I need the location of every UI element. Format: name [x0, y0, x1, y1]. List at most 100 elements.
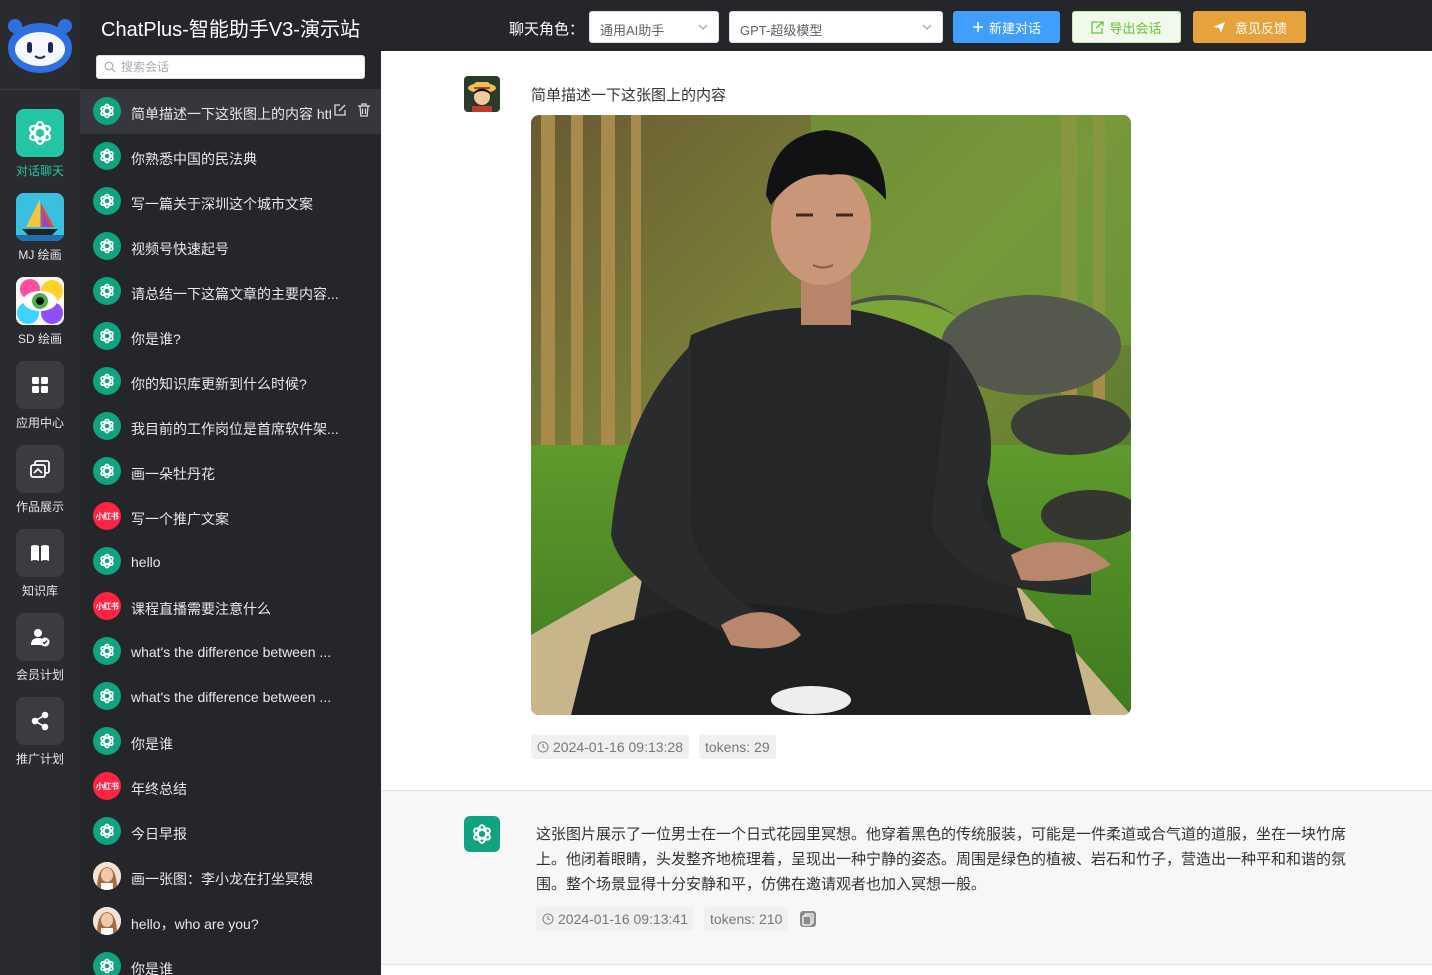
conversation-title: hello，who are you?	[131, 916, 259, 932]
copy-icon[interactable]	[798, 909, 818, 929]
conversation-item[interactable]: 小红书 写一个推广文案	[80, 494, 381, 539]
conversation-item[interactable]: 小红书 年终总结	[80, 764, 381, 809]
conversation-title: 请总结一下这篇文章的主要内容...	[131, 286, 339, 302]
openai-icon	[93, 97, 121, 125]
openai-icon	[93, 367, 121, 395]
model-select[interactable]: GPT-超级模型	[729, 11, 943, 43]
xiaohongshu-text: 小红书	[95, 781, 119, 791]
nav-sd-draw[interactable]: SD 绘画	[0, 277, 80, 361]
search-box[interactable]	[96, 55, 365, 79]
app-title: ChatPlus-智能助手V3-演示站	[101, 19, 360, 41]
conversation-title: 画一朵牡丹花	[131, 466, 215, 482]
clock-icon	[537, 741, 549, 753]
top-bar: 聊天角色： 通用AI助手 GPT-超级模型 新建对话 导出会话 意见反馈	[381, 0, 1432, 51]
nav-mj-draw[interactable]: MJ 绘画	[0, 193, 80, 277]
uploaded-image[interactable]	[531, 115, 1131, 715]
xiaohongshu-text: 小红书	[95, 511, 119, 521]
user-timestamp: 2024-01-16 09:13:28	[531, 735, 689, 759]
nav-chat[interactable]: 对话聊天	[0, 109, 80, 193]
assistant-message: 这张图片展示了一位男士在一个日式花园里冥想。他穿着黑色的传统服装，可能是一件柔道…	[381, 790, 1432, 965]
meditation-photo	[531, 115, 1131, 715]
openai-icon	[93, 277, 121, 305]
nav-divider	[0, 89, 80, 90]
conversation-item[interactable]: 你是谁	[80, 719, 381, 764]
openai-icon	[93, 232, 121, 260]
export-icon	[1091, 20, 1105, 34]
nav-knowledge[interactable]: 知识库	[0, 529, 80, 613]
assistant-timestamp: 2024-01-16 09:13:41	[536, 907, 694, 931]
search-input[interactable]	[121, 59, 359, 75]
new-chat-label: 新建对话	[988, 20, 1041, 36]
assistant-time-text: 2024-01-16 09:13:41	[558, 911, 688, 927]
conversation-title: 课程直播需要注意什么	[131, 601, 271, 617]
conversation-item[interactable]: 小红书 课程直播需要注意什么	[80, 584, 381, 629]
conversation-title: 年终总结	[131, 781, 187, 797]
new-chat-button[interactable]: 新建对话	[953, 11, 1060, 43]
left-nav: 对话聊天 MJ 绘画 SD 绘画 应用中心 作品展示 知识库 会员计划 推广计划	[0, 0, 80, 975]
conversation-title: 简单描述一下这张图上的内容 htt	[131, 106, 331, 122]
conversation-item[interactable]: 你是谁	[80, 944, 381, 975]
edit-icon[interactable]	[333, 103, 347, 122]
nav-membership[interactable]: 会员计划	[0, 613, 80, 697]
app-logo[interactable]	[5, 18, 75, 74]
delete-icon[interactable]	[357, 103, 371, 122]
chevron-down-icon	[922, 24, 932, 30]
user-message: 简单描述一下这张图上的内容	[531, 87, 727, 104]
user-message-meta: 2024-01-16 09:13:28 tokens: 29	[531, 735, 776, 759]
feedback-button[interactable]: 意见反馈	[1193, 11, 1306, 43]
xiaohongshu-text: 小红书	[95, 601, 119, 611]
nav-app-center[interactable]: 应用中心	[0, 361, 80, 445]
role-select[interactable]: 通用AI助手	[589, 11, 719, 43]
conversation-item[interactable]: 你的知识库更新到什么时候?	[80, 359, 381, 404]
conversation-tools	[333, 103, 371, 122]
openai-icon	[93, 142, 121, 170]
plus-icon	[972, 22, 983, 32]
sd-eye-icon	[16, 277, 64, 325]
chevron-down-icon	[698, 24, 708, 30]
openai-icon	[93, 547, 121, 575]
xiaohongshu-icon: 小红书	[93, 502, 121, 530]
assistant-tokens: tokens: 210	[704, 907, 789, 931]
role-label: 聊天角色：	[509, 21, 585, 38]
openai-icon	[93, 412, 121, 440]
conversation-item[interactable]: 写一篇关于深圳这个城市文案	[80, 179, 381, 224]
conversation-item[interactable]: 画一张图：李小龙在打坐冥想	[80, 854, 381, 899]
conversation-item[interactable]: 我目前的工作岗位是首席软件架...	[80, 404, 381, 449]
nav-gallery[interactable]: 作品展示	[0, 445, 80, 529]
model-select-value: GPT-超级模型	[740, 23, 823, 38]
book-icon	[16, 529, 64, 577]
conversation-item[interactable]: 画一朵牡丹花	[80, 449, 381, 494]
chat-main: 简单描述一下这张图上的内容 2024-01-16 09:13:28 tokens…	[381, 51, 1432, 975]
member-icon	[16, 613, 64, 661]
conversation-item[interactable]: 今日早报	[80, 809, 381, 854]
conversation-title: 你是谁?	[131, 331, 181, 347]
conversation-item[interactable]: hello	[80, 539, 381, 584]
conversation-title: 你是谁	[131, 736, 173, 752]
conversation-item[interactable]: 你熟悉中国的民法典	[80, 134, 381, 179]
conversation-item[interactable]: what's the difference between ...	[80, 629, 381, 674]
conversation-title: 视频号快速起号	[131, 241, 229, 257]
conversation-sidebar: ChatPlus-智能助手V3-演示站 简单描述一下这张图上的内容 htt 你熟悉…	[80, 0, 381, 975]
conversation-item[interactable]: hello，who are you?	[80, 899, 381, 944]
role-avatar	[93, 862, 121, 890]
conversation-title: 写一篇关于深圳这个城市文案	[131, 196, 313, 212]
conversation-title: 画一张图：李小龙在打坐冥想	[131, 871, 313, 887]
nav-label: 作品展示	[15, 500, 64, 514]
nav-label: 知识库	[21, 584, 58, 598]
conversation-item[interactable]: 简单描述一下这张图上的内容 htt	[80, 89, 381, 134]
feedback-label: 意见反馈	[1234, 20, 1287, 36]
user-avatar	[464, 76, 500, 112]
conversation-item[interactable]: 你是谁?	[80, 314, 381, 359]
conversation-item[interactable]: 视频号快速起号	[80, 224, 381, 269]
conversation-title: what's the difference between ...	[131, 689, 332, 705]
openai-icon	[93, 682, 121, 710]
export-chat-button[interactable]: 导出会话	[1072, 11, 1181, 43]
conversation-item[interactable]: 请总结一下这篇文章的主要内容...	[80, 269, 381, 314]
openai-icon	[93, 457, 121, 485]
xiaohongshu-icon: 小红书	[93, 772, 121, 800]
nav-promotion[interactable]: 推广计划	[0, 697, 80, 781]
conversation-list: 简单描述一下这张图上的内容 htt 你熟悉中国的民法典写一篇关于深圳这个城市文案视…	[80, 89, 381, 975]
nav-label: 会员计划	[15, 668, 64, 682]
app-root: 对话聊天 MJ 绘画 SD 绘画 应用中心 作品展示 知识库 会员计划 推广计划…	[0, 0, 1432, 975]
conversation-item[interactable]: what's the difference between ...	[80, 674, 381, 719]
